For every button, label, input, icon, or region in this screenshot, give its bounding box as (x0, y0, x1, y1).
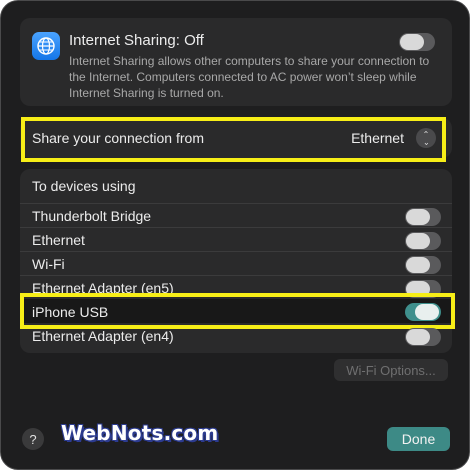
internet-sharing-window: Internet Sharing: Off Internet Sharing a… (0, 0, 470, 470)
device-label-wifi: Wi-Fi (32, 256, 65, 272)
device-label-ethernet: Ethernet (32, 232, 85, 248)
device-label-ethernet-adapter-en4: Ethernet Adapter (en4) (32, 328, 174, 344)
help-button[interactable]: ? (22, 428, 44, 450)
row-divider (20, 227, 452, 228)
done-button[interactable]: Done (387, 427, 450, 451)
globe-icon (32, 32, 60, 60)
toggle-knob (406, 329, 430, 345)
toggle-knob (406, 209, 430, 225)
internet-sharing-description: Internet Sharing allows other computers … (69, 54, 430, 100)
device-toggle-ethernet-adapter-en4[interactable] (405, 328, 441, 346)
share-from-highlight (21, 117, 446, 162)
watermark: WebNots.com (61, 421, 219, 445)
wifi-options-button[interactable]: Wi-Fi Options... (334, 359, 448, 381)
iphone-usb-highlight (20, 293, 455, 329)
device-toggle-ethernet[interactable] (405, 232, 441, 250)
toggle-knob (400, 34, 424, 50)
internet-sharing-title: Internet Sharing: Off (69, 32, 204, 49)
row-divider (20, 251, 452, 252)
toggle-knob (406, 257, 430, 273)
device-toggle-thunderbolt-bridge[interactable] (405, 208, 441, 226)
internet-sharing-toggle[interactable] (399, 33, 435, 51)
row-divider (20, 275, 452, 276)
devices-header: To devices using (32, 178, 136, 194)
toggle-knob (406, 233, 430, 249)
device-label-thunderbolt-bridge: Thunderbolt Bridge (32, 208, 152, 224)
device-toggle-wifi[interactable] (405, 256, 441, 274)
row-divider (20, 203, 452, 204)
